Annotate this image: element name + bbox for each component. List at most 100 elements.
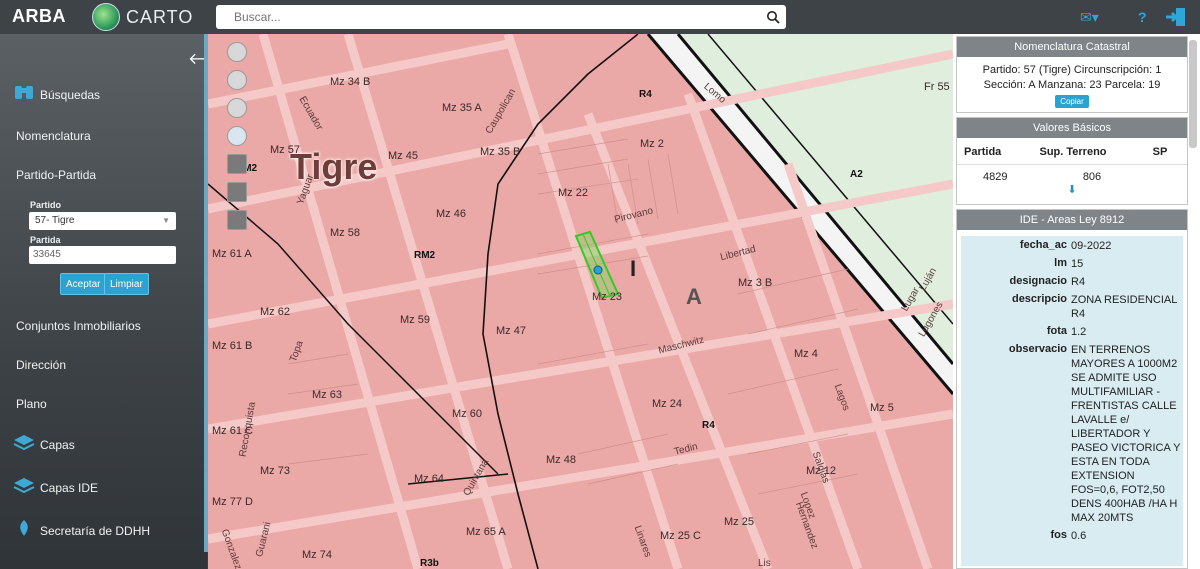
measure-icon[interactable] <box>227 182 247 202</box>
sidebar-item-direccion[interactable]: Dirección <box>16 358 66 372</box>
map-block-label: Mz 46 <box>436 208 466 220</box>
ide-title: IDE - Areas Ley 8912 <box>957 210 1187 230</box>
vb-header-partida: Partida <box>964 146 1002 158</box>
carto-logo[interactable]: CARTO <box>92 3 193 31</box>
map-block-label: Mz 35 A <box>442 102 482 114</box>
map-zone-label: R3b <box>420 558 439 569</box>
partido-label: Partido <box>30 200 62 210</box>
sidebar-item-capas[interactable]: Capas <box>40 438 75 452</box>
sidebar-item-nomenclatura[interactable]: Nomenclatura <box>16 129 91 143</box>
logout-icon[interactable] <box>1164 6 1188 28</box>
ide-box: IDE - Areas Ley 8912 fecha_ac 09-2022 lm 1… <box>956 209 1188 569</box>
map-block-label: Mz 24 <box>652 398 682 410</box>
map-view[interactable]: Tigre Mz 34 B Mz 35 A Mz 35 B Mz 57 Mz 4… <box>208 34 953 569</box>
map-block-label: Mz 59 <box>400 314 430 326</box>
sidebar-item-busquedas[interactable]: Búsquedas <box>40 88 100 102</box>
ide-table: fecha_ac 09-2022 lm 15 designacio R4 descri… <box>961 236 1183 566</box>
map-block-label: Mz 48 <box>546 454 576 466</box>
sidebar-item-capas-ide[interactable]: Capas IDE <box>40 481 98 495</box>
copy-button[interactable]: Copiar <box>1055 95 1089 108</box>
map-block-label: Mz 3 B <box>738 277 773 289</box>
map-zone-label: R4 <box>702 420 715 431</box>
map-canvas[interactable] <box>208 34 953 569</box>
map-block-label: Mz 57 <box>270 144 300 156</box>
ide-key: designacio <box>1009 275 1067 287</box>
ide-row: fecha_ac 09-2022 <box>961 236 1183 254</box>
valores-basicos-title: Valores Básicos <box>957 118 1187 138</box>
map-block-label: Mz 60 <box>452 408 482 420</box>
sidebar-item-ddhh[interactable]: Secretaría de DDHH <box>40 524 150 538</box>
map-block-label: Mz 74 <box>302 549 332 561</box>
carto-logo-text: CARTO <box>126 6 194 27</box>
ide-value: 15 <box>1071 258 1084 270</box>
top-bar: ARBA CARTO ✉▾ ? <box>0 0 1200 34</box>
layers-icon <box>13 435 35 451</box>
pan-hand-icon[interactable] <box>227 42 247 62</box>
ide-key: descripcio <box>1011 293 1067 305</box>
ide-key: observacio <box>1008 343 1067 355</box>
sidebar-item-plano[interactable]: Plano <box>16 397 47 411</box>
clear-button[interactable]: Limpiar <box>104 273 149 295</box>
search-icon[interactable] <box>766 10 780 24</box>
ide-value: 09-2022 <box>1071 240 1112 252</box>
download-icon[interactable]: ⬇ <box>957 183 1187 196</box>
nomenclatura-title: Nomenclatura Catastral <box>957 37 1187 57</box>
sidebar-item-partido-partida[interactable]: Partido-Partida <box>16 168 96 182</box>
ide-key: fecha_ac <box>1019 239 1067 251</box>
map-block-label: Mz 23 <box>592 291 622 303</box>
zoom-in-icon[interactable] <box>227 70 247 90</box>
map-block-label: Mz 61 B <box>212 340 253 352</box>
map-block-label: Mz 61 A <box>212 248 252 260</box>
map-block-label: Mz 4 <box>794 348 818 360</box>
valores-basicos-box: Valores Básicos Partida Sup. Terreno SP … <box>956 117 1188 205</box>
map-block-label: Mz 34 B <box>330 76 371 88</box>
map-block-label: Mz 62 <box>260 306 290 318</box>
partida-label: Partida <box>30 235 61 245</box>
info-icon[interactable] <box>227 126 247 146</box>
search-input[interactable] <box>216 5 756 29</box>
ide-value: ZONA RESIDENCIAL R4 <box>1071 294 1177 320</box>
vb-header-sup: Sup. Terreno <box>1039 146 1107 158</box>
map-block-label: Mz 35 B <box>480 146 521 158</box>
mail-icon[interactable]: ✉▾ <box>1080 9 1099 26</box>
ide-key: fos <box>1050 529 1068 541</box>
right-panel-scrollbar[interactable] <box>1189 40 1197 148</box>
vb-partida-value: 4829 <box>983 171 1008 183</box>
vb-header-row: Partida Sup. Terreno SP <box>957 138 1187 165</box>
secretaria-icon <box>20 520 28 536</box>
ide-row: observacio EN TERRENOS MAYORES A 1000M2 S… <box>961 340 1183 526</box>
arba-logo[interactable]: ARBA <box>12 6 66 27</box>
binoculars-icon <box>15 86 33 99</box>
partida-input[interactable]: 33645 <box>29 246 176 264</box>
vb-data-row: 4829 806 <box>957 165 1187 183</box>
map-zone-label: R4 <box>639 89 652 100</box>
sidebar: 🡐 Búsquedas Nomenclatura Partido-Partida… <box>0 34 231 569</box>
map-block-label: Mz 64 <box>414 473 444 485</box>
map-toolbar <box>227 42 249 238</box>
vb-sp-value <box>1133 171 1187 183</box>
ide-row: descripcio ZONA RESIDENCIAL R4 <box>961 290 1183 322</box>
ide-value: 0.6 <box>1071 530 1087 542</box>
partido-select[interactable]: 57- Tigre ▼ <box>29 212 176 230</box>
map-block-label: Mz 25 C <box>660 530 701 542</box>
ide-key: lm <box>1054 257 1067 269</box>
ide-row: fota 1.2 <box>961 322 1183 340</box>
sidebar-item-conjuntos[interactable]: Conjuntos Inmobiliarios <box>16 319 141 333</box>
partido-value: 57- Tigre <box>35 215 75 226</box>
map-block-label: Mz 73 <box>260 465 290 477</box>
print-icon[interactable] <box>227 210 247 230</box>
map-block-label: Mz 22 <box>558 187 588 199</box>
zoom-out-icon[interactable] <box>227 98 247 118</box>
help-icon[interactable]: ? <box>1138 9 1147 25</box>
street-label: Lis <box>758 558 771 569</box>
map-zone-label: RM2 <box>414 250 436 261</box>
search-box <box>216 5 786 29</box>
map-section-label: A <box>686 284 702 309</box>
map-block-label: Mz 47 <box>496 325 526 337</box>
nomenclatura-text: Partido: 57 (Tigre) Circunscripción: 1 S… <box>982 64 1162 91</box>
layers-ide-icon <box>13 478 35 494</box>
ide-value: 1.2 <box>1071 326 1087 338</box>
select-area-icon[interactable] <box>227 154 247 174</box>
accept-button[interactable]: Aceptar <box>60 273 107 295</box>
map-block-label: Mz 2 <box>640 138 664 150</box>
